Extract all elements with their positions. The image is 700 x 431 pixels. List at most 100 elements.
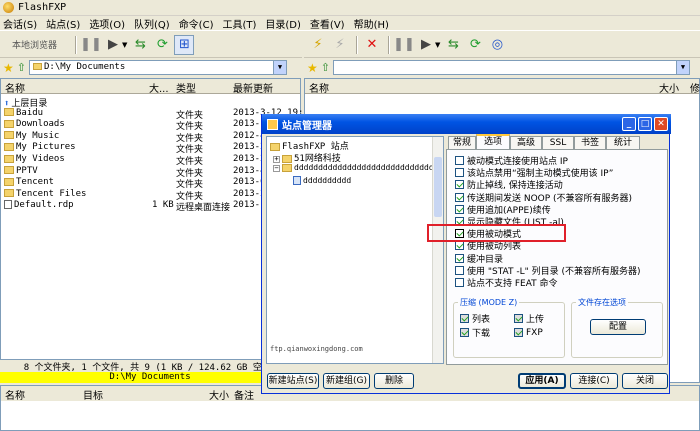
menu-commands[interactable]: 命令(C)	[179, 16, 214, 31]
chevron-down-icon[interactable]: ▼	[435, 41, 440, 49]
tab-bookmarks[interactable]: 书签	[574, 136, 606, 149]
tab-options[interactable]: 选项	[476, 134, 510, 150]
sync-icon[interactable]: ⇆	[130, 35, 150, 55]
column-size[interactable]: 大...	[149, 80, 169, 95]
tab-statistics[interactable]: 统计	[606, 136, 640, 149]
file-row[interactable]: Tencent 文件夹 2013-6-	[4, 177, 300, 190]
tab-general[interactable]: 常规	[448, 136, 476, 149]
close-icon[interactable]: ✕	[654, 117, 668, 131]
file-row[interactable]: Tencent Files 文件夹 2013-2-	[4, 189, 300, 202]
checkbox[interactable]	[460, 328, 469, 337]
chevron-down-icon[interactable]: ▼	[272, 61, 286, 74]
tree-item-51[interactable]: +51网络科技	[273, 151, 341, 164]
file-row[interactable]: PPTV 文件夹 2013-4-	[4, 166, 300, 179]
compress-list-checkbox[interactable]: 列表	[460, 313, 490, 325]
up-folder-icon[interactable]: ⇧	[321, 61, 330, 74]
column-name[interactable]: 名称	[5, 80, 25, 95]
checkbox[interactable]	[460, 314, 469, 323]
file-row[interactable]: My Videos 文件夹 2013-2-	[4, 154, 300, 167]
chevron-down-icon[interactable]: ▼	[675, 61, 689, 74]
queue-column-target[interactable]: 目标	[83, 387, 103, 402]
compress-download-checkbox[interactable]: 下载	[460, 327, 490, 339]
queue-column-note[interactable]: 备注	[234, 387, 254, 402]
sync-icon[interactable]: ⇆	[443, 35, 463, 55]
close-button[interactable]: 关闭	[622, 373, 668, 389]
scrollbar-thumb[interactable]	[434, 157, 442, 217]
menu-tools[interactable]: 工具(T)	[222, 16, 256, 31]
parent-directory-row[interactable]: ⬆ 上层目录	[4, 96, 300, 109]
file-row[interactable]: My Music 文件夹 2012-4-	[4, 131, 300, 144]
configure-button[interactable]: 配置	[590, 319, 646, 335]
tree-item-group[interactable]: − dddddddddddddddddddddddddddddd	[273, 163, 439, 175]
option-checkbox-7[interactable]: 使用被动列表	[455, 240, 521, 252]
compress-upload-checkbox[interactable]: 上传	[514, 313, 544, 325]
tab-advanced[interactable]: 高级	[510, 136, 542, 149]
apply-button[interactable]: 应用(A)	[518, 373, 566, 389]
checkbox[interactable]	[455, 168, 464, 178]
menu-queue[interactable]: 队列(Q)	[134, 16, 170, 31]
file-row[interactable]: Baidu 文件夹 2013-3-12 19:27	[4, 108, 314, 121]
abort-icon[interactable]: ✕	[362, 35, 382, 55]
checkbox[interactable]	[514, 328, 523, 337]
column-size[interactable]: 大小	[659, 80, 679, 95]
checkbox[interactable]	[455, 156, 464, 165]
option-checkbox-4[interactable]: 使用追加(APPE)续传	[455, 204, 551, 216]
chevron-down-icon[interactable]: ▼	[122, 41, 127, 49]
option-checkbox-3[interactable]: 传送期间发送 NOOP (不兼容所有服务器)	[455, 192, 632, 204]
quick-connect-icon[interactable]: ⚡	[308, 35, 328, 55]
column-modified[interactable]: 最新更新	[233, 80, 273, 95]
local-browser-label[interactable]: 本地浏览器	[12, 38, 57, 51]
file-row[interactable]: Default.rdp 1 KB 远程桌面连接 2013-10-	[4, 200, 300, 213]
column-type[interactable]: 类型	[176, 80, 196, 95]
checkbox[interactable]	[455, 180, 464, 190]
option-checkbox-1[interactable]: 该站点禁用“强制主动模式使用该 IP”	[455, 167, 613, 179]
disconnect-icon[interactable]: ⚡	[330, 35, 350, 55]
connect-icon[interactable]: ⊞	[174, 34, 195, 55]
dialog-titlebar[interactable]: 站点管理器 _ □ ✕	[262, 114, 671, 134]
file-row[interactable]: My Pictures 文件夹 2013-2-	[4, 142, 300, 155]
menu-help[interactable]: 帮助(H)	[354, 16, 389, 31]
menu-directory[interactable]: 目录(D)	[265, 16, 301, 31]
checkbox[interactable]	[514, 314, 523, 323]
queue-column-size[interactable]: 大小	[209, 387, 229, 402]
option-checkbox-2[interactable]: 防止掉线, 保持连接活动	[455, 179, 563, 191]
new-group-button[interactable]: 新建组(G)	[323, 373, 370, 389]
globe-icon[interactable]: ◎	[487, 35, 507, 55]
delete-button[interactable]: 删除	[374, 373, 414, 389]
minimize-icon[interactable]: _	[622, 117, 636, 131]
option-checkbox-8[interactable]: 缓冲目录	[455, 253, 503, 265]
file-row[interactable]: Downloads 文件夹 2013-11-	[4, 119, 300, 132]
tab-ssl[interactable]: SSL	[542, 136, 574, 149]
favorites-star-icon[interactable]: ★	[307, 61, 318, 75]
transfer-icon[interactable]: ▶	[416, 35, 436, 55]
refresh-icon[interactable]: ⟳	[465, 35, 485, 55]
new-site-button[interactable]: 新建站点(S)	[267, 373, 319, 389]
menu-options[interactable]: 选项(O)	[89, 16, 125, 31]
queue-column-name[interactable]: 名称	[5, 387, 25, 402]
checkbox[interactable]	[455, 192, 464, 202]
right-path-input[interactable]: ▼	[332, 60, 690, 75]
tree-scrollbar[interactable]	[432, 137, 443, 363]
maximize-icon[interactable]: □	[638, 117, 652, 131]
transfer-icon[interactable]: ▶	[103, 35, 123, 55]
up-folder-icon[interactable]: ⇧	[17, 61, 26, 74]
option-checkbox-9[interactable]: 使用 "STAT -L" 列目录 (不兼容所有服务器)	[455, 265, 640, 277]
menu-session[interactable]: 会话(S)	[3, 16, 37, 31]
option-checkbox-10[interactable]: 站点不支持 FEAT 命令	[455, 277, 558, 289]
option-checkbox-0[interactable]: 被动模式连接使用站点 IP	[455, 155, 568, 167]
tree-item-site[interactable]: dddddddddd	[293, 176, 352, 188]
checkbox[interactable]	[455, 241, 464, 251]
checkbox[interactable]	[455, 278, 464, 287]
column-name[interactable]: 名称	[309, 80, 329, 95]
collapse-minus-icon[interactable]: −	[273, 165, 280, 172]
column-modified[interactable]: 修	[690, 80, 700, 95]
checkbox[interactable]	[455, 265, 464, 275]
menu-sites[interactable]: 站点(S)	[46, 16, 80, 31]
checkbox[interactable]	[455, 204, 464, 214]
compress-fxp-checkbox[interactable]: FXP	[514, 327, 543, 338]
favorites-star-icon[interactable]: ★	[3, 61, 14, 75]
pause-icon[interactable]: ❚❚	[80, 35, 102, 55]
pause-icon[interactable]: ❚❚	[393, 35, 415, 55]
tree-item-ftp[interactable]: ftp.qianwoxingdong.com	[270, 345, 363, 357]
menu-view[interactable]: 查看(V)	[310, 16, 345, 31]
